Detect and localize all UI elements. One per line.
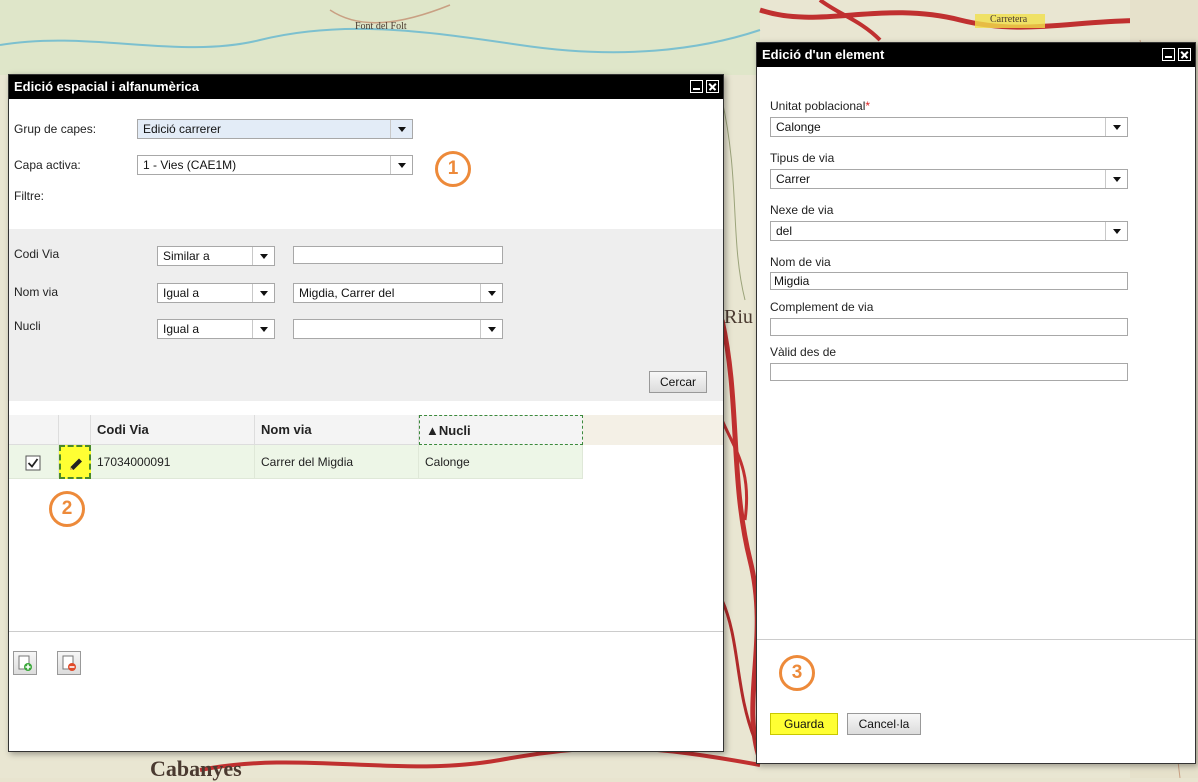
- map-label-font: Font del Folt: [355, 21, 407, 32]
- layer-select[interactable]: 1 - Vies (CAE1M): [137, 155, 413, 175]
- nexe-value: del: [776, 224, 793, 238]
- add-record-button[interactable]: [13, 651, 37, 675]
- grid-header-edit: [59, 415, 91, 445]
- spatial-edit-titlebar[interactable]: Edició espacial i alfanumèrica: [9, 75, 723, 99]
- unitat-label: Unitat poblacional*: [770, 99, 870, 113]
- results-grid: Codi Via Nom via ▲Nucli 17034000091 Carr…: [9, 415, 723, 481]
- delete-record-button[interactable]: [57, 651, 81, 675]
- chevron-down-icon[interactable]: [1105, 170, 1127, 188]
- checkbox-checked-icon[interactable]: [25, 455, 41, 471]
- save-button[interactable]: Guarda: [770, 713, 838, 735]
- map-label-carretera: Carretera: [990, 14, 1028, 25]
- nom-de-via-input[interactable]: Migdia: [770, 272, 1128, 290]
- codi-via-input[interactable]: [293, 246, 503, 264]
- callout-1: 1: [435, 151, 471, 187]
- nom-via-label: Nom via: [14, 285, 59, 299]
- search-form: Codi Via Similar a Nom via Igual a Migdi…: [9, 229, 723, 401]
- nom-via-operator-value: Igual a: [163, 286, 200, 300]
- element-edit-title: Edició d'un element: [762, 47, 885, 62]
- nom-via-value: Migdia, Carrer del: [299, 286, 395, 300]
- map-label-cabanyes: Cabanyes: [150, 756, 242, 781]
- codi-via-operator-value: Similar a: [163, 249, 210, 263]
- complement-label: Complement de via: [770, 300, 874, 314]
- codi-via-operator[interactable]: Similar a: [157, 246, 275, 266]
- filter-label: Filtre:: [14, 189, 44, 203]
- codi-via-label: Codi Via: [14, 247, 60, 261]
- nom-de-via-label: Nom de via: [770, 255, 831, 269]
- tipus-label: Tipus de via: [770, 151, 835, 165]
- grid-cell-codi-via[interactable]: 17034000091: [91, 445, 255, 479]
- unitat-select[interactable]: Calonge: [770, 117, 1128, 137]
- element-edit-titlebar[interactable]: Edició d'un element: [757, 43, 1195, 67]
- layer-label: Capa activa:: [14, 158, 81, 172]
- cancel-button[interactable]: Cancel·la: [847, 713, 921, 735]
- chevron-down-icon[interactable]: [252, 320, 274, 338]
- chevron-down-icon[interactable]: [390, 156, 412, 174]
- nucli-value-select[interactable]: [293, 319, 503, 339]
- chevron-down-icon[interactable]: [252, 284, 274, 302]
- unitat-label-text: Unitat poblacional: [770, 99, 866, 113]
- map-label-riu: Riu: [724, 306, 753, 328]
- required-mark: *: [865, 99, 871, 113]
- nom-via-value-select[interactable]: Migdia, Carrer del: [293, 283, 503, 303]
- grid-header-check[interactable]: [9, 415, 59, 445]
- chevron-down-icon[interactable]: [480, 320, 502, 338]
- layer-settings: Grup de capes: Edició carrerer Capa acti…: [9, 99, 723, 229]
- group-select[interactable]: Edició carrerer: [137, 119, 413, 139]
- tipus-value: Carrer: [776, 172, 811, 186]
- grid-header-nucli[interactable]: ▲Nucli: [419, 415, 583, 445]
- grid-footer-divider: [9, 631, 723, 632]
- tipus-select[interactable]: Carrer: [770, 169, 1128, 189]
- grid-header-nom-via[interactable]: Nom via: [255, 415, 419, 445]
- nucli-operator[interactable]: Igual a: [157, 319, 275, 339]
- spatial-edit-window: Edició espacial i alfanumèrica Grup de c…: [8, 74, 724, 752]
- search-button[interactable]: Cercar: [649, 371, 707, 393]
- close-icon[interactable]: [1178, 48, 1191, 61]
- group-select-value: Edició carrerer: [143, 122, 222, 136]
- pencil-icon[interactable]: [67, 456, 85, 474]
- chevron-down-icon[interactable]: [390, 120, 412, 138]
- nucli-operator-value: Igual a: [163, 322, 200, 336]
- group-label: Grup de capes:: [14, 122, 97, 136]
- chevron-down-icon[interactable]: [1105, 222, 1127, 240]
- minimize-icon[interactable]: [1162, 48, 1175, 61]
- close-icon[interactable]: [706, 80, 719, 93]
- nom-via-operator[interactable]: Igual a: [157, 283, 275, 303]
- callout-3: 3: [779, 655, 815, 691]
- grid-row-edit-cell[interactable]: [59, 445, 91, 479]
- valid-des-de-input[interactable]: [770, 363, 1128, 381]
- complement-input[interactable]: [770, 318, 1128, 336]
- callout-2: 2: [49, 491, 85, 527]
- grid-row-checkbox-cell[interactable]: [9, 445, 59, 479]
- chevron-down-icon[interactable]: [480, 284, 502, 302]
- layer-select-value: 1 - Vies (CAE1M): [143, 158, 237, 172]
- unitat-value: Calonge: [776, 120, 821, 134]
- add-record-icon[interactable]: [16, 654, 34, 672]
- grid-header-codi-via[interactable]: Codi Via: [91, 415, 255, 445]
- spatial-edit-title: Edició espacial i alfanumèrica: [14, 79, 199, 94]
- element-edit-window: Edició d'un element Unitat poblacional* …: [756, 42, 1196, 764]
- nexe-label: Nexe de via: [770, 203, 834, 217]
- nexe-select[interactable]: del: [770, 221, 1128, 241]
- chevron-down-icon[interactable]: [252, 247, 274, 265]
- grid-cell-nom-via[interactable]: Carrer del Migdia: [255, 445, 419, 479]
- delete-record-icon[interactable]: [60, 654, 78, 672]
- nucli-label: Nucli: [14, 319, 41, 333]
- right-footer-divider: [757, 639, 1195, 640]
- minimize-icon[interactable]: [690, 80, 703, 93]
- valid-des-de-label: Vàlid des de: [770, 345, 837, 359]
- chevron-down-icon[interactable]: [1105, 118, 1127, 136]
- grid-cell-nucli[interactable]: Calonge: [419, 445, 583, 479]
